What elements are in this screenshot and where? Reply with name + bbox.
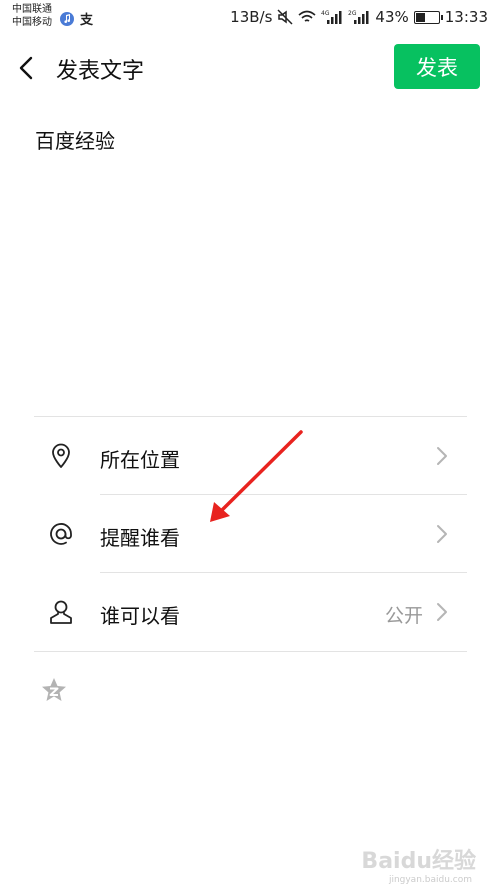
signal-2g-icon: 2G [348, 10, 369, 24]
chevron-right-icon [437, 603, 447, 621]
carrier-2: 中国移动 [12, 17, 52, 28]
option-location[interactable]: 所在位置 [34, 417, 467, 495]
chevron-right-icon [437, 525, 447, 543]
signal-4g-icon: 4G [321, 10, 342, 24]
net-speed: 13B/s [230, 8, 273, 26]
page-title: 发表文字 [56, 59, 145, 84]
wifi-icon [298, 10, 316, 22]
battery-icon [413, 10, 443, 24]
post-text-input[interactable]: 百度经验 [35, 125, 115, 154]
at-sign-icon [48, 520, 74, 548]
publish-button[interactable]: 发表 [394, 44, 480, 89]
option-label: 所在位置 [100, 448, 180, 472]
baidu-watermark-logo: Baidu经验 [361, 849, 476, 874]
header: 发表文字 发表 [0, 34, 500, 102]
watermark-url: jingyan.baidu.com [388, 875, 472, 885]
carrier-info: 中国联通 中国移动 [12, 3, 52, 29]
status-right: 13B/s 4G 2G 43% 13:33 [230, 8, 488, 26]
option-label: 谁可以看 [100, 604, 180, 628]
option-visibility[interactable]: 谁可以看 公开 [34, 573, 467, 651]
option-label: 提醒谁看 [100, 526, 180, 550]
person-icon [48, 598, 74, 626]
star-icon[interactable] [40, 676, 68, 704]
location-pin-icon [48, 442, 74, 470]
network-2g-label: 2G [348, 10, 357, 17]
post-options: 所在位置 提醒谁看 谁可以看 公开 [34, 416, 467, 652]
battery-fill [415, 12, 425, 22]
network-4g-label: 4G [321, 10, 330, 17]
status-bar: 中国联通 中国移动 支 13B/s 4G 2G 43% 13:33 [0, 0, 500, 34]
back-arrow-icon[interactable] [14, 54, 40, 82]
option-mention[interactable]: 提醒谁看 [34, 495, 467, 573]
notification-icons: 支 [60, 9, 93, 28]
clock: 13:33 [444, 8, 488, 26]
chevron-right-icon [437, 447, 447, 465]
visibility-value: 公开 [384, 605, 423, 627]
battery-percent: 43% [375, 8, 409, 26]
alipay-icon: 支 [80, 13, 94, 28]
music-icon [60, 11, 74, 26]
carrier-1: 中国联通 [12, 4, 52, 15]
mute-icon [277, 9, 293, 25]
